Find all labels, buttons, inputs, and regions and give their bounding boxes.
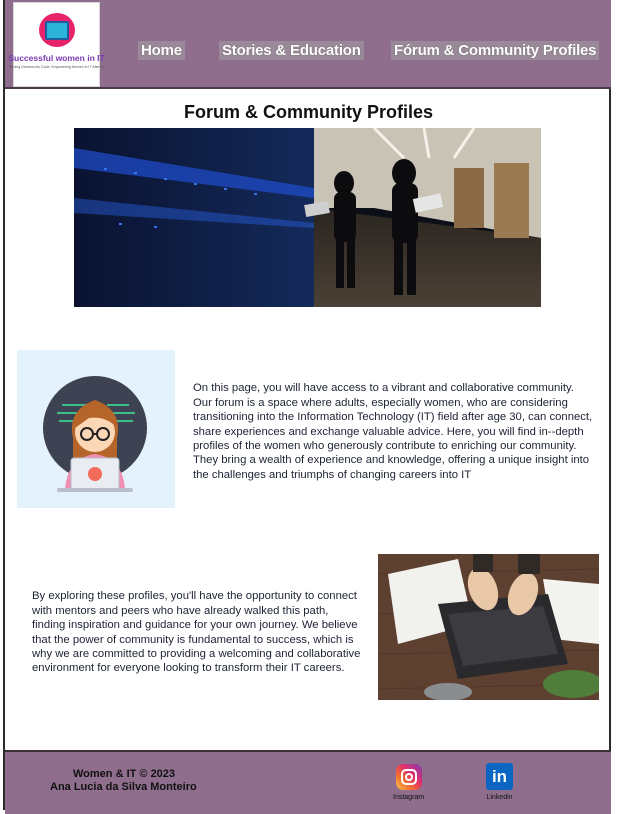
page-title: Forum & Community Profiles [183,102,434,122]
logo-screen-icon [44,20,69,40]
linkedin-label: Linkedin [486,794,513,801]
instagram-icon [395,764,422,790]
site-header: Successful women in IT Turning Dreams in… [5,0,611,89]
logo-title: Successful women in IT [8,53,105,63]
logo-image [38,13,75,47]
linkedin-link[interactable]: in Linkedin [486,763,513,801]
site-footer: Women & IT © 2023 Ana Lucia da Silva Mon… [5,750,611,814]
avatar-illustration [17,350,175,508]
logo-tagline: Turning Dreams into Code: Empowering Wom… [8,65,105,69]
hero-image [74,128,541,307]
intro-paragraph: On this page, you will have access to a … [193,382,593,481]
nav-forum-link[interactable]: Fórum & Community Profiles [391,41,600,60]
footer-author: Ana Lucia da Silva Monteiro [50,781,197,793]
community-paragraph: By exploring these profiles, you'll have… [32,590,361,675]
linkedin-icon: in [486,763,513,790]
instagram-link[interactable]: Instagram [393,764,424,801]
instagram-label: Instagram [393,794,425,801]
nav-stories-link[interactable]: Stories & Education [219,41,364,60]
laptop-hands-image [378,554,599,700]
footer-copyright: Women & IT © 2023 [73,768,176,780]
site-logo[interactable]: Successful women in IT Turning Dreams in… [8,2,105,87]
nav-home-link[interactable]: Home [138,41,185,60]
